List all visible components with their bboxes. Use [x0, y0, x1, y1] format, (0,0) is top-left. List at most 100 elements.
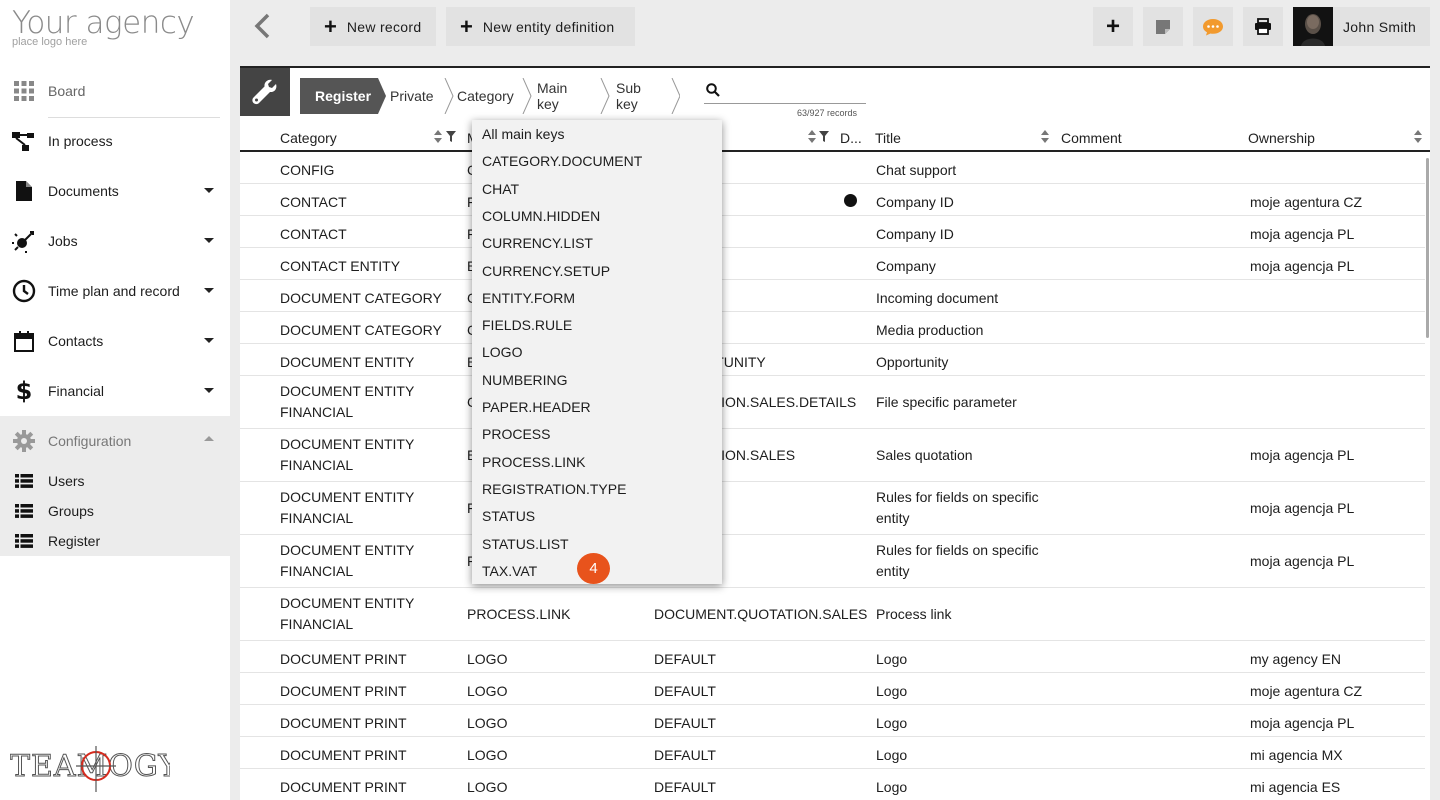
table-row[interactable]: CONTACT ENTITYECompanymoja agencja PL: [240, 248, 1425, 280]
print-button[interactable]: [1243, 7, 1283, 46]
table-row[interactable]: DOCUMENT ENTITY FINANCIALET.QUOTATION.SA…: [240, 429, 1425, 482]
sort-icon[interactable]: [1414, 130, 1422, 143]
nav-contacts[interactable]: Contacts: [0, 316, 230, 366]
table-row[interactable]: DOCUMENT PRINT LOGO DEFAULT Logo moja agencj…: [240, 705, 1425, 737]
cell-ownership: moja agencja PL: [1250, 258, 1355, 274]
cell-title: Process link: [876, 606, 952, 622]
table-row[interactable]: DOCUMENT PRINT LOGO DEFAULT Logo my agency E…: [240, 641, 1425, 673]
dropdown-option[interactable]: PROCESS.LINK: [482, 454, 585, 470]
user-menu[interactable]: John Smith: [1293, 7, 1430, 46]
dropdown-option[interactable]: COLUMN.HIDDEN: [482, 208, 600, 224]
cell-main-key: PROCESS.LINK: [467, 606, 571, 622]
dropdown-option[interactable]: STATUS: [482, 508, 535, 524]
notification-badge[interactable]: 4: [577, 553, 610, 584]
table-row[interactable]: DOCUMENT PRINT LOGO DEFAULT Logo moje agentu…: [240, 673, 1425, 705]
sort-icon[interactable]: [1041, 130, 1049, 143]
configuration-subnav: Users Groups Register: [0, 466, 230, 556]
table-row[interactable]: DOCUMENT CATEGORYCIncoming document: [240, 280, 1425, 312]
cell-title: Company: [876, 258, 936, 274]
dropdown-option[interactable]: CATEGORY.DOCUMENT: [482, 153, 642, 169]
crumb-main-key[interactable]: Main key: [537, 78, 567, 114]
nav-board[interactable]: Board: [0, 66, 230, 116]
nav-label: Financial: [48, 383, 105, 399]
nav-users[interactable]: Users: [0, 466, 230, 496]
dropdown-option[interactable]: CURRENCY.LIST: [482, 235, 593, 251]
search-icon: [706, 83, 720, 97]
table-row[interactable]: DOCUMENT PRINT LOGO DEFAULT Logo mi agencia …: [240, 737, 1425, 769]
nav-groups[interactable]: Groups: [0, 496, 230, 526]
new-entity-definition-button[interactable]: + New entity definition: [446, 7, 635, 46]
table-row[interactable]: DOCUMENT ENTITYET.OPPORTUNITYOpportunity: [240, 344, 1425, 376]
dropdown-option[interactable]: CHAT: [482, 181, 519, 197]
nav-register[interactable]: Register: [0, 526, 230, 556]
dropdown-option[interactable]: CURRENCY.SETUP: [482, 263, 610, 279]
table-row[interactable]: DOCUMENT ENTITY FINANCIALFALESRules for …: [240, 535, 1425, 588]
nav-in-process[interactable]: In process: [0, 116, 230, 166]
cell-ownership: mi agencia ES: [1250, 779, 1341, 795]
sort-icon[interactable]: [808, 130, 816, 143]
column-d[interactable]: D...: [840, 130, 862, 146]
list-icon: [15, 504, 33, 518]
crumb-private[interactable]: Private: [390, 78, 434, 114]
filter-icon[interactable]: [446, 131, 456, 142]
dropdown-option[interactable]: FIELDS.RULE: [482, 317, 572, 333]
cell-sub-key: DEFAULT: [654, 651, 716, 667]
user-name: John Smith: [1343, 18, 1417, 35]
table-row[interactable]: DOCUMENT ENTITY FINANCIALCT.QUOTATION.SA…: [240, 376, 1425, 429]
crumb-category[interactable]: Category: [457, 78, 514, 114]
dropdown-option[interactable]: All main keys: [482, 126, 564, 142]
crumb-sub-key[interactable]: Sub key: [616, 78, 641, 114]
nav-jobs[interactable]: Jobs: [0, 216, 230, 266]
nav-financial[interactable]: $ Financial: [0, 366, 230, 416]
dropdown-option[interactable]: PROCESS: [482, 426, 550, 442]
table-row[interactable]: CONTACTF_IDCompany IDmoja agencja PL: [240, 216, 1425, 248]
grid-icon: [12, 79, 36, 103]
crumb-register[interactable]: Register: [300, 78, 380, 114]
print-icon: [1255, 18, 1271, 35]
search-input[interactable]: [728, 78, 858, 102]
column-category[interactable]: Category: [280, 130, 337, 146]
column-comment[interactable]: Comment: [1061, 130, 1122, 146]
dropdown-option[interactable]: NUMBERING: [482, 372, 568, 388]
cell-sub-key: DOCUMENT.QUOTATION.SALES: [654, 606, 868, 622]
nav-label: Documents: [48, 183, 119, 199]
settings-button[interactable]: [240, 68, 290, 116]
table-row[interactable]: DOCUMENT ENTITY FINANCIALFURCHASERules f…: [240, 482, 1425, 535]
table-row[interactable]: CONTACTF_IDCompany IDmoje agentura CZ: [240, 184, 1425, 216]
add-button[interactable]: +: [1093, 7, 1133, 46]
chat-button[interactable]: [1193, 7, 1233, 46]
dropdown-option[interactable]: PAPER.HEADER: [482, 399, 591, 415]
table-row[interactable]: CONFIGCChat support: [240, 152, 1425, 184]
dropdown-option[interactable]: REGISTRATION.TYPE: [482, 481, 626, 497]
dropdown-option[interactable]: LOGO: [482, 344, 522, 360]
table-row[interactable]: DOCUMENT PRINT LOGO DEFAULT Logo mi agencia …: [240, 769, 1425, 800]
nav-configuration[interactable]: Configuration: [0, 416, 230, 466]
new-entity-definition-label: New entity definition: [482, 18, 615, 35]
filter-icon[interactable]: [819, 131, 829, 142]
dropdown-option[interactable]: STATUS.LIST: [482, 536, 569, 552]
search-field[interactable]: [704, 78, 866, 104]
new-record-button[interactable]: + New record: [310, 7, 436, 46]
table-row[interactable]: DOCUMENT CATEGORYCMedia production: [240, 312, 1425, 344]
wrench-icon: [252, 79, 277, 105]
table-row[interactable]: DOCUMENT ENTITY FINANCIAL PROCESS.LINK DOC…: [240, 588, 1425, 641]
agency-logo[interactable]: Your agency place logo here: [12, 6, 212, 56]
column-title[interactable]: Title: [875, 130, 901, 146]
notes-button[interactable]: [1143, 7, 1183, 46]
chevron-up-icon: [204, 436, 214, 441]
cell-ownership: mi agencia MX: [1250, 747, 1343, 763]
main-key-dropdown: All main keys CATEGORY.DOCUMENT CHAT COLUMN…: [472, 120, 722, 584]
cell-sub-key: DEFAULT: [654, 747, 716, 763]
sort-icon[interactable]: [434, 130, 442, 143]
column-ownership[interactable]: Ownership: [1248, 130, 1315, 146]
nav-time-plan[interactable]: Time plan and record: [0, 266, 230, 316]
dropdown-option[interactable]: ENTITY.FORM: [482, 290, 575, 306]
collapse-sidebar-icon[interactable]: [250, 12, 274, 40]
cell-title: Sales quotation: [876, 447, 973, 463]
scrollbar[interactable]: [1426, 158, 1429, 338]
calendar-icon: [12, 329, 36, 353]
nav-documents[interactable]: Documents: [0, 166, 230, 216]
dropdown-option[interactable]: TAX.VAT: [482, 563, 537, 579]
main-nav: Board In process Documents Jobs Time pla…: [0, 66, 230, 466]
cell-title: Opportunity: [876, 354, 949, 370]
